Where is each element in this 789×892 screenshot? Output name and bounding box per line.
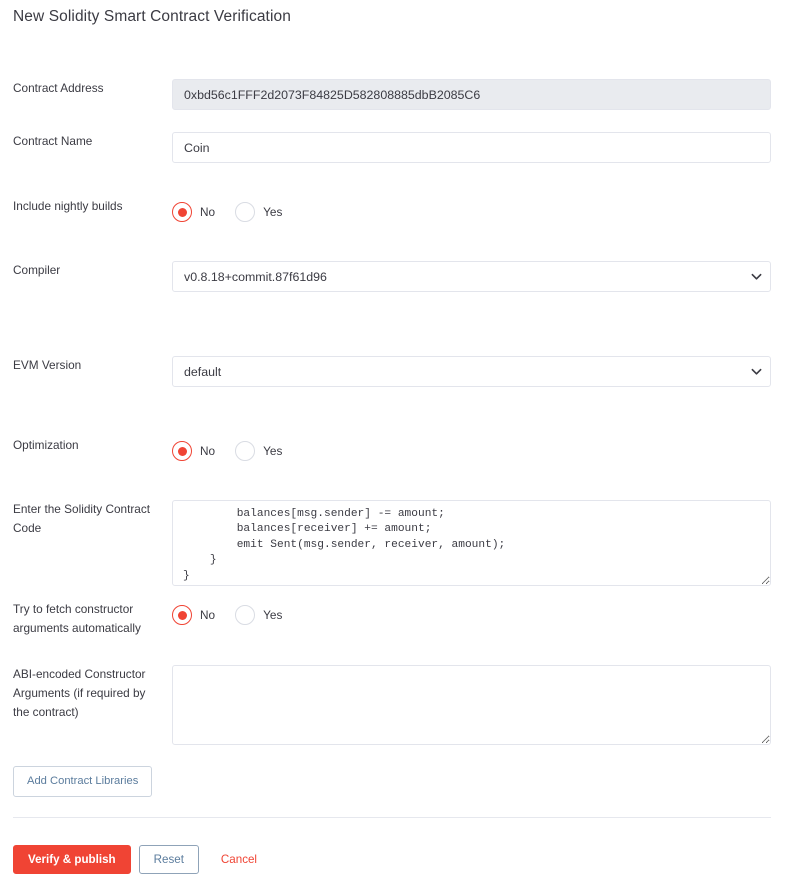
compiler-control: v0.8.18+commit.87f61d96 bbox=[172, 261, 771, 292]
optimization-radio-no[interactable]: No bbox=[172, 441, 215, 461]
compiler-select-wrap: v0.8.18+commit.87f61d96 bbox=[172, 261, 771, 292]
radio-dot-icon bbox=[172, 202, 192, 222]
fetch-constructor-args-option-no-label: No bbox=[200, 608, 216, 622]
optimization-option-no-label: No bbox=[200, 444, 216, 458]
abi-constructor-args-control bbox=[172, 665, 771, 745]
reset-button[interactable]: Reset bbox=[138, 845, 199, 874]
nightly-builds-radio-yes[interactable]: Yes bbox=[235, 202, 282, 222]
optimization-label: Optimization bbox=[13, 438, 79, 452]
contract-name-label: Contract Name bbox=[13, 134, 93, 148]
fetch-constructor-args-radio-group: No Yes bbox=[172, 600, 302, 630]
form-footer: Verify & publish Reset Cancel bbox=[13, 845, 257, 874]
cancel-link[interactable]: Cancel bbox=[221, 853, 257, 866]
nightly-builds-control: No Yes bbox=[172, 197, 302, 227]
contract-name-input[interactable] bbox=[172, 132, 771, 163]
compiler-label: Compiler bbox=[13, 263, 61, 277]
verify-and-publish-button[interactable]: Verify & publish bbox=[13, 845, 131, 874]
contract-address-control bbox=[172, 79, 771, 110]
verification-form-page: New Solidity Smart Contract Verification… bbox=[0, 0, 789, 892]
optimization-radio-yes[interactable]: Yes bbox=[235, 441, 282, 461]
fetch-constructor-args-label: Try to fetch constructor arguments autom… bbox=[13, 602, 141, 635]
optimization-radio-group: No Yes bbox=[172, 436, 302, 466]
contract-name-control bbox=[172, 132, 771, 163]
fetch-constructor-args-radio-no[interactable]: No bbox=[172, 605, 215, 625]
page-title: New Solidity Smart Contract Verification bbox=[13, 8, 291, 25]
optimization-option-yes-label: Yes bbox=[263, 444, 283, 458]
radio-dot-icon bbox=[235, 605, 256, 625]
evm-version-label: EVM Version bbox=[13, 358, 82, 372]
abi-constructor-args-textarea[interactable] bbox=[172, 665, 771, 745]
nightly-builds-option-yes-label: Yes bbox=[263, 205, 283, 219]
compiler-select[interactable]: v0.8.18+commit.87f61d96 bbox=[172, 261, 771, 292]
radio-dot-icon bbox=[235, 202, 256, 222]
nightly-builds-label: Include nightly builds bbox=[13, 199, 123, 213]
nightly-builds-option-no-label: No bbox=[200, 205, 216, 219]
contract-code-label: Enter the Solidity Contract Code bbox=[13, 502, 151, 535]
abi-constructor-args-label: ABI-encoded Constructor Arguments (if re… bbox=[13, 667, 146, 719]
contract-code-control: balances[msg.sender] -= amount; balances… bbox=[172, 500, 771, 586]
radio-dot-icon bbox=[172, 605, 192, 625]
contract-address-input[interactable] bbox=[172, 79, 771, 110]
contract-address-label: Contract Address bbox=[13, 81, 104, 95]
contract-code-textarea[interactable]: balances[msg.sender] -= amount; balances… bbox=[172, 500, 771, 586]
evm-version-control: default bbox=[172, 356, 771, 387]
optimization-control: No Yes bbox=[172, 436, 302, 466]
footer-divider bbox=[13, 817, 771, 818]
radio-dot-icon bbox=[235, 441, 256, 461]
nightly-builds-radio-group: No Yes bbox=[172, 197, 302, 227]
evm-version-select-wrap: default bbox=[172, 356, 771, 387]
nightly-builds-radio-no[interactable]: No bbox=[172, 202, 215, 222]
evm-version-select[interactable]: default bbox=[172, 356, 771, 387]
fetch-constructor-args-option-yes-label: Yes bbox=[263, 608, 283, 622]
fetch-constructor-args-control: No Yes bbox=[172, 600, 302, 630]
add-contract-libraries-button[interactable]: Add Contract Libraries bbox=[13, 766, 153, 797]
fetch-constructor-args-radio-yes[interactable]: Yes bbox=[235, 605, 282, 625]
radio-dot-icon bbox=[172, 441, 192, 461]
